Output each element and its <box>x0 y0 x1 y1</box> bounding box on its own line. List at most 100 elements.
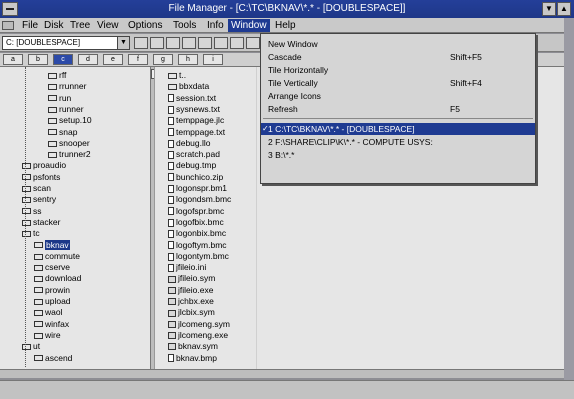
drive-h[interactable]: h <box>178 54 198 65</box>
menu-file[interactable]: File <box>19 19 41 32</box>
file-item[interactable]: jlcomeng.exe <box>168 330 228 341</box>
toolbar-button-connect[interactable] <box>134 37 148 49</box>
file-item[interactable]: logofbix.bmc <box>168 217 224 228</box>
drive-b[interactable]: b <box>28 54 48 65</box>
file-item[interactable]: jfileio.sym <box>168 273 215 284</box>
drive-g[interactable]: g <box>153 54 173 65</box>
tree-item[interactable]: upload <box>34 296 71 307</box>
tree-item[interactable]: runner <box>48 104 84 115</box>
drive-f[interactable]: f <box>128 54 148 65</box>
folder-icon <box>22 185 31 192</box>
tree-item[interactable]: stacker <box>22 217 60 228</box>
menu-tree[interactable]: Tree <box>67 19 93 32</box>
tree-item[interactable]: cserve <box>34 262 70 273</box>
menu-window[interactable]: Window <box>228 19 270 32</box>
file-item[interactable]: debug.llo <box>168 138 211 149</box>
tree-item[interactable]: proaudio <box>22 160 66 171</box>
menu-item-arrange-icons[interactable]: Arrange Icons <box>261 90 535 102</box>
files-hscrollbar[interactable] <box>160 369 564 378</box>
file-item[interactable]: jfileio.exe <box>168 285 213 296</box>
drive-c[interactable]: c <box>53 54 73 65</box>
menu-view[interactable]: View <box>94 19 122 32</box>
tree-item[interactable]: trunner2 <box>48 149 91 160</box>
toolbar-button-share[interactable] <box>166 37 180 49</box>
file-item[interactable]: session.txt <box>168 93 216 104</box>
drive-selector[interactable]: C: [DOUBLESPACE] ▼ <box>2 36 130 50</box>
menu-options[interactable]: Options <box>125 19 165 32</box>
file-item[interactable]: jchbx.exe <box>168 296 214 307</box>
menu-item-tile-horizontally[interactable]: Tile Horizontally <box>261 64 535 76</box>
file-item[interactable]: scratch.pad <box>168 149 220 160</box>
menu-info[interactable]: Info <box>204 19 227 32</box>
file-item[interactable]: jlcomeng.sym <box>168 319 230 330</box>
folder-icon <box>22 219 31 226</box>
tree-item[interactable]: snap <box>48 127 77 138</box>
file-item[interactable]: logonbix.bmc <box>168 228 226 239</box>
menu-item-cascade[interactable]: Cascade Shift+F5 <box>261 51 535 63</box>
file-item[interactable]: bunchico.zip <box>168 172 223 183</box>
menu-help[interactable]: Help <box>272 19 299 32</box>
toolbar-button-sort[interactable] <box>246 37 260 49</box>
toolbar-button-disconnect[interactable] <box>150 37 164 49</box>
tree-item[interactable]: wire <box>34 330 61 341</box>
file-item[interactable]: jfileio.ini <box>168 262 206 273</box>
document-icon <box>168 184 174 193</box>
tree-item-label: sentry <box>33 194 57 205</box>
file-item[interactable]: temppage.txt <box>168 127 225 138</box>
split-bar[interactable] <box>154 67 160 369</box>
tree-hscrollbar[interactable] <box>0 369 160 378</box>
file-item[interactable]: debug.tmp <box>168 160 216 171</box>
drive-a[interactable]: a <box>3 54 23 65</box>
drive-i[interactable]: i <box>203 54 223 65</box>
file-item[interactable]: sysnews.txt <box>168 104 220 115</box>
program-icon <box>168 332 176 340</box>
tree-item[interactable]: ascend <box>34 353 72 364</box>
drive-e[interactable]: e <box>103 54 123 65</box>
minimize-button[interactable]: ▼ <box>542 2 556 16</box>
tree-item[interactable]: commute <box>34 251 80 262</box>
file-item[interactable]: logonspr.bm1 <box>168 183 227 194</box>
file-item[interactable]: bknav.bmp <box>168 353 217 364</box>
tree-item[interactable]: bknav <box>34 239 70 251</box>
menu-item-refresh[interactable]: Refresh F5 <box>261 103 535 115</box>
tree-item[interactable]: prowin <box>34 285 70 296</box>
open-window-item[interactable]: 3 B:\*.* <box>261 149 535 161</box>
menu-disk[interactable]: Disk <box>41 19 66 32</box>
menu-tools[interactable]: Tools <box>170 19 199 32</box>
tree-item[interactable]: sentry <box>22 194 56 205</box>
open-window-item[interactable]: 2 F:\SHARE\CLIP\K\*.* - COMPUTE USYS: <box>261 136 535 148</box>
folder-icon <box>48 106 57 113</box>
dropdown-arrow-icon[interactable]: ▼ <box>117 37 129 49</box>
tree-item[interactable]: snooper <box>48 138 90 149</box>
tree-item[interactable]: rff <box>48 70 66 81</box>
file-name: t.. <box>179 70 187 80</box>
drive-d[interactable]: d <box>78 54 98 65</box>
tree-item[interactable]: winfax <box>34 319 69 330</box>
toolbar-button-large-icons[interactable] <box>198 37 212 49</box>
file-item[interactable]: logondsm.bmc <box>168 194 231 205</box>
tree-item[interactable]: scan <box>22 183 51 194</box>
toolbar-button-small-icons[interactable] <box>214 37 228 49</box>
toolbar-button-stop-share[interactable] <box>182 37 196 49</box>
tree-item[interactable]: download <box>34 273 81 284</box>
file-item[interactable]: logofspr.bmc <box>168 206 224 217</box>
menu-item-tile-vertically[interactable]: Tile Vertically Shift+F4 <box>261 77 535 89</box>
tree-item[interactable]: setup.10 <box>48 115 92 126</box>
maximize-button[interactable]: ▲ <box>557 2 571 16</box>
file-item[interactable]: t.. <box>168 70 186 81</box>
file-item[interactable]: bknav.sym <box>168 341 218 352</box>
file-item[interactable]: jlcbix.sym <box>168 307 215 318</box>
menu-item-new-window[interactable]: New Window <box>261 38 535 50</box>
document-icon <box>168 207 174 216</box>
document-control-icon[interactable] <box>2 21 14 30</box>
open-window-item[interactable]: ✓ 1 C:\TC\BKNAV\*.* - [DOUBLESPACE] <box>261 123 535 135</box>
tree-item[interactable]: waol <box>34 307 62 318</box>
toolbar-button-details[interactable] <box>230 37 244 49</box>
tree-item[interactable]: rrunner <box>48 81 86 92</box>
tree-item[interactable]: psfonts <box>22 172 60 183</box>
file-item[interactable]: logoftym.bmc <box>168 240 227 251</box>
tree-item[interactable]: run <box>48 93 71 104</box>
file-item[interactable]: temppage.jlc <box>168 115 224 126</box>
file-item[interactable]: logontym.bmc <box>168 251 229 262</box>
file-item[interactable]: bbxdata <box>168 81 209 92</box>
